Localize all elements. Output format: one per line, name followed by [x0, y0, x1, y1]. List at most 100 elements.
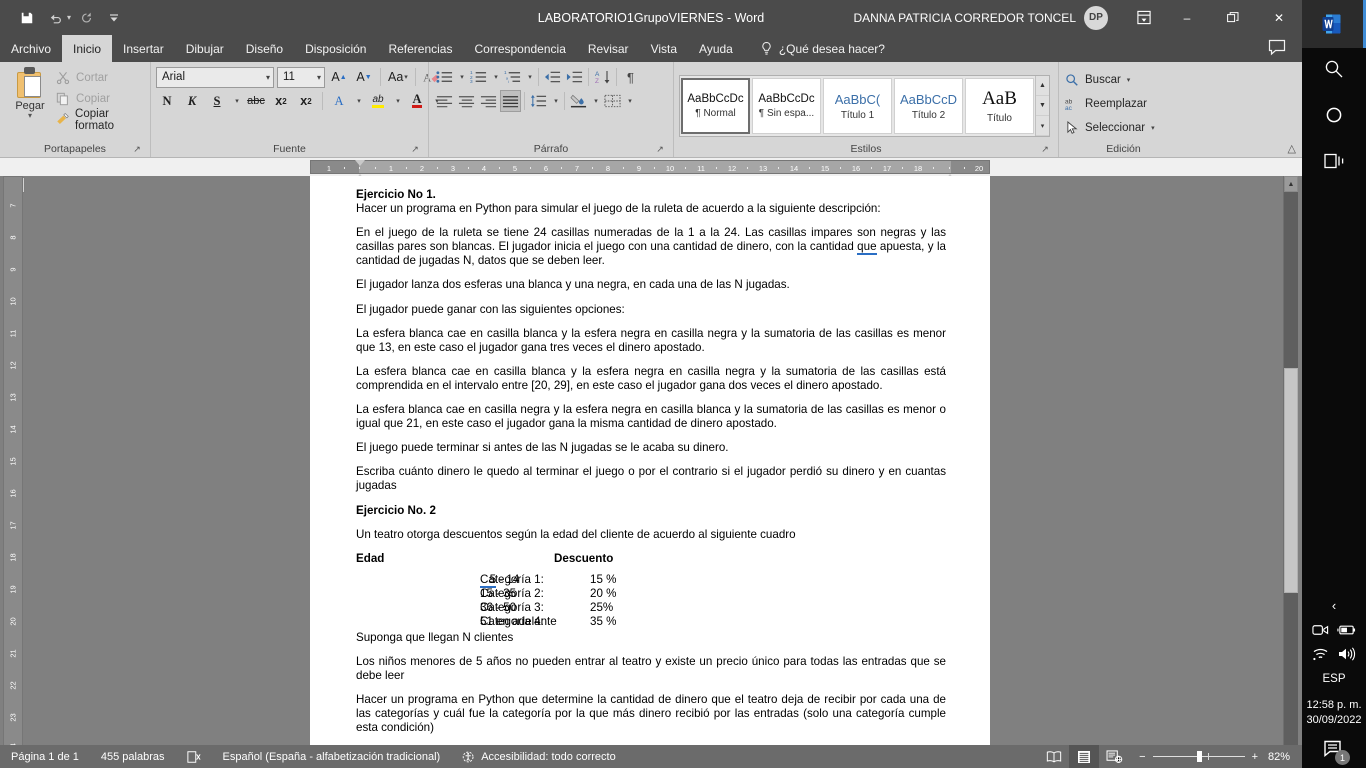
shading-icon[interactable]	[568, 90, 589, 112]
style-sin-espaciado[interactable]: AaBbCcDc ¶ Sin espa...	[752, 78, 821, 134]
text-effects-button[interactable]: A	[328, 90, 350, 112]
line-spacing-icon[interactable]	[528, 90, 549, 112]
select-button[interactable]: Seleccionar ▾	[1064, 118, 1155, 138]
select-chevron-down-icon[interactable]: ▾	[1151, 124, 1155, 132]
clipboard-dialog-launcher-icon[interactable]: ↗	[131, 144, 143, 156]
volume-icon[interactable]	[1338, 647, 1356, 661]
decrease-indent-icon[interactable]	[542, 66, 563, 88]
increase-indent-icon[interactable]	[564, 66, 585, 88]
italic-button[interactable]: K	[181, 90, 203, 112]
web-layout-icon[interactable]	[1099, 745, 1129, 768]
wifi-icon[interactable]	[1312, 647, 1330, 661]
show-formatting-marks-icon[interactable]: ¶	[620, 66, 641, 88]
underline-chevron-down-icon[interactable]: ▾	[231, 90, 242, 112]
zoom-slider-thumb[interactable]	[1196, 751, 1202, 762]
bullet-list-icon[interactable]	[434, 66, 455, 88]
superscript-button[interactable]: x2	[295, 90, 317, 112]
comments-icon[interactable]	[1268, 39, 1288, 57]
justify-icon[interactable]	[500, 90, 521, 112]
style-titulo-2[interactable]: AaBbCcD Título 2	[894, 78, 963, 134]
cut-button[interactable]: Cortar	[55, 69, 145, 87]
accessibility-status[interactable]: Accesibilidad: todo correcto	[451, 750, 627, 764]
tab-disposicion[interactable]: Disposición	[294, 35, 377, 62]
change-case-button[interactable]: Aa ▾	[386, 66, 410, 88]
horizontal-ruler[interactable]: 1 1 2 3 4 5 6 7 8 9 10 11 12 13 14 15 16…	[310, 160, 990, 180]
vertical-ruler[interactable]: 7 8 9 10 11 12 13 14 15 16 17 18 19 20 2…	[3, 176, 23, 761]
paste-button[interactable]: Pegar ▾	[5, 65, 55, 120]
align-left-icon[interactable]	[434, 90, 455, 112]
cortana-button[interactable]	[1302, 92, 1366, 138]
tab-dibujar[interactable]: Dibujar	[175, 35, 235, 62]
document-vertical-scrollbar[interactable]: ▲ ▼	[1283, 176, 1298, 761]
battery-icon[interactable]	[1337, 624, 1356, 636]
search-button[interactable]	[1302, 46, 1366, 92]
highlight-chevron-down-icon[interactable]: ▾	[392, 90, 403, 112]
tab-insertar[interactable]: Insertar	[112, 35, 175, 62]
customize-quick-access-icon[interactable]	[101, 5, 127, 31]
paste-dropdown-icon[interactable]: ▾	[28, 112, 32, 120]
underline-button[interactable]: S	[206, 90, 228, 112]
tab-archivo[interactable]: Archivo	[0, 35, 62, 62]
tab-vista[interactable]: Vista	[640, 35, 688, 62]
read-mode-icon[interactable]	[1039, 745, 1069, 768]
undo-icon[interactable]	[42, 5, 68, 31]
tab-ayuda[interactable]: Ayuda	[688, 35, 744, 62]
text-effects-chevron-down-icon[interactable]: ▾	[353, 90, 364, 112]
zoom-control[interactable]: − +	[1129, 751, 1268, 763]
multilevel-list-icon[interactable]: 1ai	[502, 66, 523, 88]
show-hidden-icons-button[interactable]: ‹	[1332, 592, 1336, 618]
ribbon-display-options-icon[interactable]	[1124, 0, 1164, 35]
shrink-font-button[interactable]: A ▼	[353, 66, 375, 88]
multilevel-chevron-down-icon[interactable]: ▾	[524, 66, 535, 88]
first-line-indent-marker[interactable]	[355, 160, 365, 166]
restore-button[interactable]	[1210, 0, 1256, 35]
font-dialog-launcher-icon[interactable]: ↗	[409, 144, 421, 156]
sort-icon[interactable]: AZ	[592, 66, 613, 88]
notifications-button[interactable]: 1	[1319, 734, 1350, 765]
numbering-chevron-down-icon[interactable]: ▾	[490, 66, 501, 88]
tab-correspondencia[interactable]: Correspondencia	[463, 35, 576, 62]
language-indicator-tray[interactable]: ESP	[1322, 666, 1345, 692]
tab-inicio[interactable]: Inicio	[62, 35, 113, 62]
page-indicator[interactable]: Página 1 de 1	[0, 751, 90, 763]
paragraph-dialog-launcher-icon[interactable]: ↗	[654, 144, 666, 156]
styles-more-icon[interactable]: ▾	[1036, 116, 1049, 136]
styles-scroll-down-icon[interactable]: ▼	[1036, 96, 1049, 116]
document-page[interactable]: Ejercicio No 1. Hacer un programa en Pyt…	[310, 176, 990, 761]
undo-dropdown-icon[interactable]: ▾	[67, 13, 71, 22]
style-titulo-1[interactable]: AaBbC( Título 1	[823, 78, 892, 134]
subscript-button[interactable]: x2	[270, 90, 292, 112]
tell-me-search[interactable]: ¿Qué desea hacer?	[744, 35, 885, 62]
font-family-combo[interactable]: Arial ▾	[156, 66, 274, 88]
scrollbar-thumb[interactable]	[1284, 368, 1298, 593]
highlight-button[interactable]: ab	[367, 90, 389, 112]
zoom-slider[interactable]	[1152, 751, 1245, 762]
grammar-error-age-1[interactable]: 5	[480, 572, 497, 588]
zoom-level[interactable]: 82%	[1268, 751, 1302, 763]
minimize-button[interactable]: –	[1164, 0, 1210, 35]
align-right-icon[interactable]	[478, 90, 499, 112]
find-chevron-down-icon[interactable]: ▾	[1127, 76, 1131, 84]
zoom-out-button[interactable]: −	[1139, 751, 1145, 763]
format-painter-button[interactable]: Copiar formato	[55, 108, 145, 132]
styles-scroll-up-icon[interactable]: ▲	[1036, 76, 1049, 96]
style-titulo[interactable]: AaB Título	[965, 78, 1034, 134]
styles-dialog-launcher-icon[interactable]: ↗	[1039, 144, 1051, 156]
copy-button[interactable]: Copiar	[55, 90, 145, 108]
shading-chevron-down-icon[interactable]: ▾	[590, 90, 601, 112]
tab-referencias[interactable]: Referencias	[377, 35, 463, 62]
style-normal[interactable]: AaBbCcDc ¶ Normal	[681, 78, 750, 134]
language-indicator[interactable]: Español (España - alfabetización tradici…	[212, 751, 452, 763]
replace-button[interactable]: ab ac Reemplazar	[1064, 94, 1147, 114]
zoom-in-button[interactable]: +	[1252, 751, 1258, 763]
task-view-button[interactable]	[1302, 138, 1366, 184]
clock[interactable]: 12:58 p. m. 30/09/2022	[1306, 692, 1361, 734]
grammar-error-que[interactable]: que	[857, 240, 877, 256]
numbered-list-icon[interactable]: 123	[468, 66, 489, 88]
close-button[interactable]: ✕	[1256, 0, 1302, 35]
word-count[interactable]: 455 palabras	[90, 751, 176, 763]
styles-gallery-scrollbar[interactable]: ▲ ▼ ▾	[1035, 76, 1049, 136]
grow-font-button[interactable]: A ▲	[328, 66, 350, 88]
font-size-chevron-down-icon[interactable]: ▾	[317, 73, 321, 82]
document-body[interactable]: Ejercicio No 1. Hacer un programa en Pyt…	[310, 176, 990, 735]
